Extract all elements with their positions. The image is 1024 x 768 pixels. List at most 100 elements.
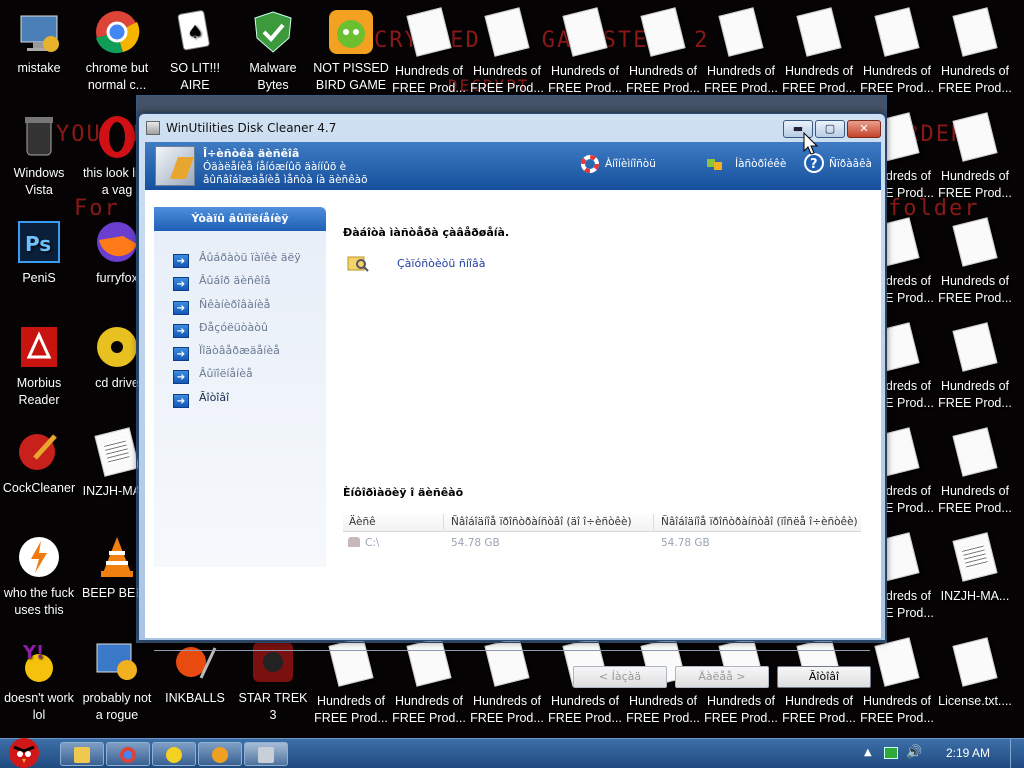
desktop-icon-so-lit[interactable]: ♠ SO LIT!!! AIRE <box>156 8 234 94</box>
desktop-icon-not-a-rogue[interactable]: probably not a rogue <box>78 638 156 724</box>
desktop-icon-mistake[interactable]: mistake <box>0 8 78 77</box>
sidebar-step-1: ➔ Âûáðàòü ïàïêè äëÿ <box>173 251 301 268</box>
desktop-icon-bird-game[interactable]: NOT PISSED BIRD GAME <box>312 8 390 94</box>
arrow-right-icon: ➔ <box>173 347 189 361</box>
file-icon <box>561 7 609 59</box>
desktop-icon-hundreds-b1[interactable]: Hundreds of FREE Prod... <box>312 637 390 727</box>
back-button[interactable]: < Íàçàä <box>573 666 667 688</box>
sidebar-title: Ýòàïû âûïîëíåíèÿ <box>154 207 326 231</box>
desktop-icon-chrome[interactable]: chrome but normal c... <box>78 8 156 94</box>
desktop-icon-hundreds-t3[interactable]: Hundreds of FREE Prod... <box>546 7 624 97</box>
desktop-icon-hundreds-r2[interactable]: Hundreds of FREE Prod... <box>936 112 1014 202</box>
desktop-icon-malwarebytes[interactable]: Malware Bytes <box>234 8 312 94</box>
ccleaner-icon <box>15 428 63 476</box>
desktop-icon-windows-vista[interactable]: Windows Vista <box>0 113 78 199</box>
gear-icon <box>212 747 228 763</box>
shield-icon <box>249 8 297 56</box>
finish-button[interactable]: Ãîòîâî <box>777 666 871 688</box>
col-header-free-before[interactable]: Ñâîáîäíîå ïðîñòðàíñòâî (äî î÷èñòêè) <box>451 516 632 528</box>
desktop-icon-hundreds-t6[interactable]: Hundreds of FREE Prod... <box>780 7 858 97</box>
bin-icon <box>15 113 63 161</box>
col-header-drive[interactable]: Äèñê <box>349 516 376 528</box>
file-icon <box>327 637 375 689</box>
desktop-icon-doesnt-work[interactable]: Y! doesn't work lol <box>0 638 78 724</box>
taskbar: ▲ 🔊 2:19 AM <box>0 738 1024 768</box>
arrow-right-icon: ➔ <box>173 370 189 384</box>
broom-icon <box>258 747 274 763</box>
firefox-icon <box>93 218 141 266</box>
header-link-anonymity[interactable]: Àíîíèìíîñòü <box>605 158 656 170</box>
file-icon <box>405 7 453 59</box>
desktop-icon-hundreds-r8[interactable]: Hundreds of FREE Prod... <box>936 427 1014 517</box>
volume-icon[interactable]: 🔊 <box>906 745 922 760</box>
document-icon <box>93 427 141 479</box>
maximize-button[interactable]: ▢ <box>815 120 845 138</box>
desktop-icon-hundreds-b2[interactable]: Hundreds of FREE Prod... <box>390 637 468 727</box>
desktop-icon-hundreds-t2[interactable]: Hundreds of FREE Prod... <box>468 7 546 97</box>
header-link-help[interactable]: Ñïðàâêà <box>829 158 872 170</box>
content-area: Ýòàïû âûïîëíåíèÿ ➔ Âûáðàòü ïàïêè äëÿ ➔ Âûá… <box>145 190 881 688</box>
start-button[interactable] <box>4 733 44 768</box>
tray-expand-icon[interactable]: ▲ <box>864 747 872 758</box>
app-icon <box>146 121 160 135</box>
desktop-icon-cockcleaner[interactable]: CockCleaner <box>0 428 78 497</box>
desktop-icon-hundreds-t4[interactable]: Hundreds of FREE Prod... <box>624 7 702 97</box>
arrow-right-icon: ➔ <box>173 394 189 408</box>
arrow-right-icon: ➔ <box>173 254 189 268</box>
file-icon <box>873 637 921 689</box>
desktop-icon-inkballs[interactable]: INKBALLS <box>156 638 234 707</box>
puzzle-icon <box>705 155 723 173</box>
desktop-icon-license[interactable]: License.txt.... <box>936 637 1014 710</box>
show-desktop-button[interactable] <box>1010 739 1024 768</box>
desktop-icon-hundreds-t8[interactable]: Hundreds of FREE Prod... <box>936 7 1014 97</box>
chrome-icon <box>93 8 141 56</box>
desktop-icon-hundreds-t7[interactable]: Hundreds of FREE Prod... <box>858 7 936 97</box>
sidebar-step-4: ➔ Ðåçóëüòàòû <box>173 321 268 338</box>
taskbar-norton[interactable] <box>152 742 196 766</box>
close-button[interactable]: ✕ <box>847 120 881 138</box>
cell-free-before: 54.78 GB <box>451 537 500 549</box>
network-icon[interactable] <box>884 747 898 759</box>
file-icon <box>405 637 453 689</box>
angry-bird-start-icon <box>9 738 39 768</box>
taskbar-disk-cleaner[interactable] <box>244 742 288 766</box>
col-header-free-after[interactable]: Ñâîáîäíîå ïðîñòðàíñòâî (ïîñëå î÷èñòêè) <box>661 516 858 528</box>
desktop-icon-hundreds-b3[interactable]: Hundreds of FREE Prod... <box>468 637 546 727</box>
arrow-right-icon: ➔ <box>173 324 189 338</box>
sidebar-step-2: ➔ Âûáîð äèñêîâ <box>173 274 271 291</box>
table-row[interactable]: C:\ 54.78 GB 54.78 GB <box>343 532 861 552</box>
file-icon <box>717 7 765 59</box>
drives-info-title: Èíôîðìàöèÿ î äèñêàõ <box>343 486 464 499</box>
taskbar-explorer[interactable] <box>60 742 104 766</box>
photoshop-icon: Ps <box>15 218 63 266</box>
title-bar[interactable]: WinUtilities Disk Cleaner 4.7 ▬ ▢ ✕ <box>139 114 885 142</box>
file-icon <box>951 322 999 374</box>
cd-icon <box>93 323 141 371</box>
taskbar-settings[interactable] <box>198 742 242 766</box>
desktop-icon-morbius-reader[interactable]: Morbius Reader <box>0 323 78 409</box>
cell-free-after: 54.78 GB <box>661 537 710 549</box>
file-icon <box>951 112 999 164</box>
desktop-icon-hundreds-r6[interactable]: Hundreds of FREE Prod... <box>936 322 1014 412</box>
sidebar-step-6: ➔ Âûïîëíåíèå <box>173 367 253 384</box>
disk-cleaner-window: WinUtilities Disk Cleaner 4.7 ▬ ▢ ✕ Î÷èñ… <box>138 113 886 688</box>
desktop-icon-penis[interactable]: Ps PeniS <box>0 218 78 287</box>
header-link-settings[interactable]: Íàñòðîéêè <box>735 158 786 170</box>
steps-sidebar: Ýòàïû âûïîëíåíèÿ ➔ Âûáðàòü ïàïêè äëÿ ➔ Âûá… <box>154 207 326 567</box>
desktop-icon-hundreds-r4[interactable]: Hundreds of FREE Prod... <box>936 217 1014 307</box>
game-icon <box>249 638 297 686</box>
taskbar-chrome[interactable] <box>106 742 150 766</box>
sidebar-step-5: ➔ Ïîäòâåðæäåíèå <box>173 344 280 361</box>
desktop-icon-hundreds-t5[interactable]: Hundreds of FREE Prod... <box>702 7 780 97</box>
vlc-icon <box>93 533 141 581</box>
desktop-icon-hundreds-t1[interactable]: Hundreds of FREE Prod... <box>390 7 468 97</box>
pdf-icon <box>15 323 63 371</box>
next-button[interactable]: Äàëåå > <box>675 666 769 688</box>
lightning-icon <box>15 533 63 581</box>
desktop-icon-inzjh-2[interactable]: INZJH-MA... <box>936 532 1014 605</box>
svg-text:Y!: Y! <box>22 642 44 663</box>
clock[interactable]: 2:19 AM <box>946 746 990 760</box>
run-again-link[interactable]: Çàïóñòèòü ñíîâà <box>397 257 485 270</box>
desktop-icon-who-uses-this[interactable]: who the fuck uses this <box>0 533 78 619</box>
cell-drive: C:\ <box>365 537 380 549</box>
